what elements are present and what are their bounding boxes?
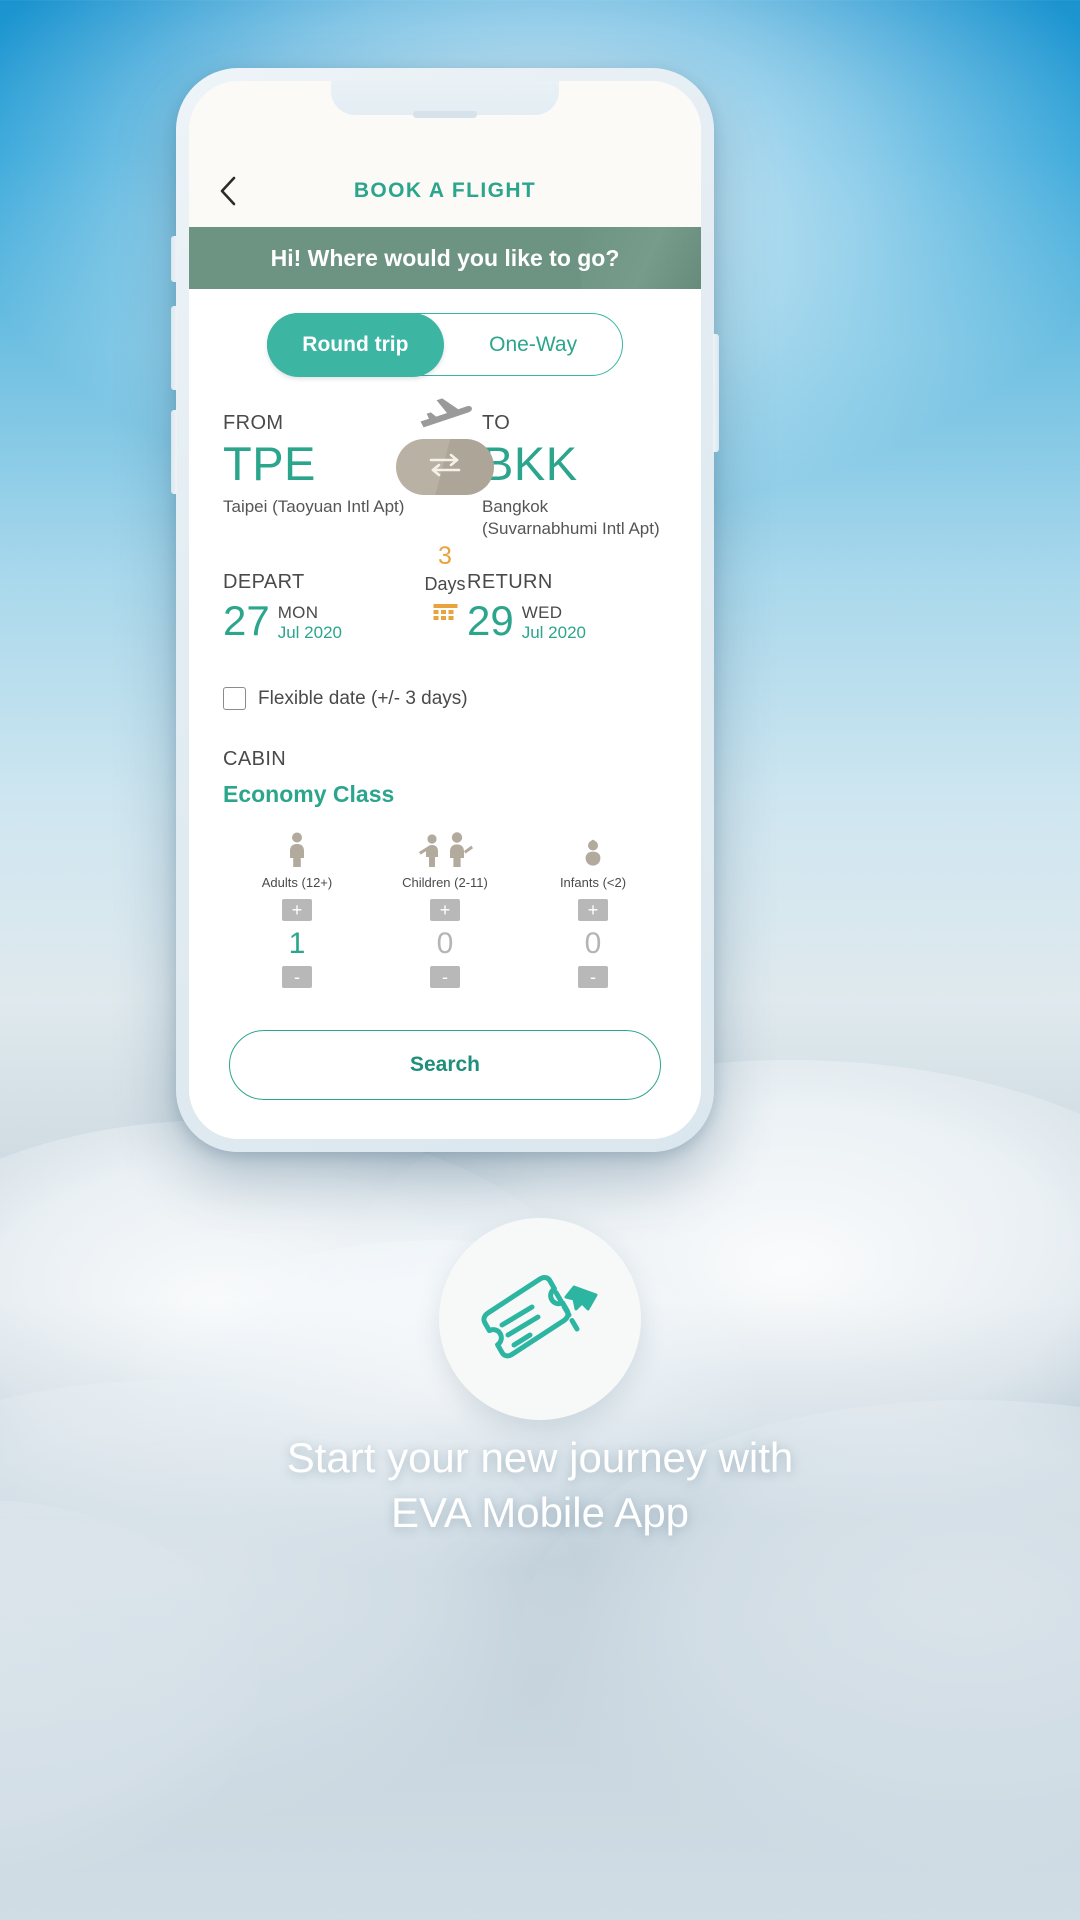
tab-one-way[interactable]: One-Way [444,314,622,375]
airplane-icon [417,396,473,435]
children-icon [416,832,474,868]
adults-decrement-button[interactable]: - [282,966,312,989]
return-month-year: Jul 2020 [521,623,586,643]
route-middle [385,396,505,495]
origin-city: Taipei (Taoyuan Intl Apt) [223,496,405,516]
tagline-line-2: EVA Mobile App [390,1489,690,1537]
boarding-ticket-icon [478,1265,602,1374]
depart-date-field[interactable]: DEPART 27 MON Jul 2020 [223,571,423,644]
phone-mockup: BOOK A FLIGHT Hi! Where would you like t… [171,68,719,1152]
destination-city: Bangkok (Suvarnabhumi Intl Apt) [482,496,660,539]
children-increment-button[interactable]: + [430,899,460,922]
cabin-label: CABIN [223,748,287,771]
infants-label: Infants (<2) [559,875,627,891]
depart-date-meta: MON Jul 2020 [278,600,342,644]
passenger-adults: Adults (12+) + 1 - [223,832,371,989]
search-row: Search [223,988,667,1101]
origin-label: FROM [223,412,284,434]
return-date-value: 29 WED Jul 2020 [467,596,667,644]
swap-airports-button[interactable] [396,439,494,495]
adults-increment-button[interactable]: + [282,899,312,922]
duration-unit: Days [424,574,466,595]
destination-label: TO [482,412,511,434]
booking-form: Round trip One-Way FROM TPE Taipei (Taoy… [189,289,701,1139]
children-count: 0 [436,927,454,961]
phone-silent-switch [171,236,177,282]
destination-code: BKK [482,437,578,490]
phone-speaker [413,111,477,118]
passenger-selector: Adults (12+) + 1 - Children (2-11) + 0 -… [223,808,667,989]
infants-count: 0 [584,927,602,961]
adults-count: 1 [288,927,306,961]
duration-number: 3 [438,541,452,570]
search-button[interactable]: Search [229,1030,661,1101]
promo-tagline: Start your new journey with EVA Mobile A… [0,1430,1080,1541]
calendar-icon[interactable] [432,603,458,630]
origin-code: TPE [223,437,316,490]
date-selector: DEPART 27 MON Jul 2020 3 Days RETURN 29 … [223,541,667,644]
tab-round-trip[interactable]: Round trip [266,312,445,377]
app-screen: BOOK A FLIGHT Hi! Where would you like t… [189,81,701,1139]
adults-label: Adults (12+) [261,875,333,891]
return-day: 29 [467,596,514,644]
promo-badge [439,1218,641,1420]
cabin-value[interactable]: Economy Class [223,781,667,808]
infants-decrement-button[interactable]: - [578,966,608,989]
phone-volume-down-button [171,410,177,494]
destination-field[interactable]: TO BKK Bangkok (Suvarnabhumi Intl Apt) [482,412,667,541]
origin-field[interactable]: FROM TPE Taipei (Taoyuan Intl Apt) [223,412,408,518]
swap-arrows-icon [424,450,466,485]
phone-notch [331,81,559,115]
phone-power-button [713,334,719,452]
flexible-date-label: Flexible date (+/- 3 days) [258,687,468,709]
adult-person-icon [284,832,310,868]
return-label: RETURN [467,570,553,593]
chevron-left-icon [217,175,239,207]
depart-day: 27 [223,596,270,644]
trip-duration: 3 Days [424,541,466,631]
back-button[interactable] [211,174,245,208]
passenger-infants: Infants (<2) + 0 - [519,832,667,989]
depart-month-year: Jul 2020 [277,623,342,643]
return-date-meta: WED Jul 2020 [522,600,586,644]
depart-label: DEPART [223,570,305,593]
greeting-text: Hi! Where would you like to go? [270,244,620,271]
greeting-banner: Hi! Where would you like to go? [189,227,701,289]
tagline-line-1: Start your new journey with [286,1434,794,1481]
depart-date-value: 27 MON Jul 2020 [223,596,423,644]
flexible-date-checkbox[interactable] [223,687,246,711]
page-title: BOOK A FLIGHT [353,179,537,202]
return-weekday: WED [521,602,563,622]
phone-screen-frame: BOOK A FLIGHT Hi! Where would you like t… [189,81,701,1139]
cloud-layer [0,1500,260,1880]
app-bar: BOOK A FLIGHT [189,155,701,227]
trip-type-toggle: Round trip One-Way [266,312,623,377]
passenger-children: Children (2-11) + 0 - [371,832,519,989]
flexible-date-row: Flexible date (+/- 3 days) [223,643,667,711]
phone-volume-up-button [171,306,177,390]
return-date-field[interactable]: RETURN 29 WED Jul 2020 [467,571,667,644]
depart-weekday: MON [277,602,319,622]
children-label: Children (2-11) [402,875,488,891]
children-decrement-button[interactable]: - [430,966,460,989]
infants-increment-button[interactable]: + [578,899,608,922]
route-selector: FROM TPE Taipei (Taoyuan Intl Apt) TO BK… [223,388,667,541]
infant-icon [578,832,608,868]
